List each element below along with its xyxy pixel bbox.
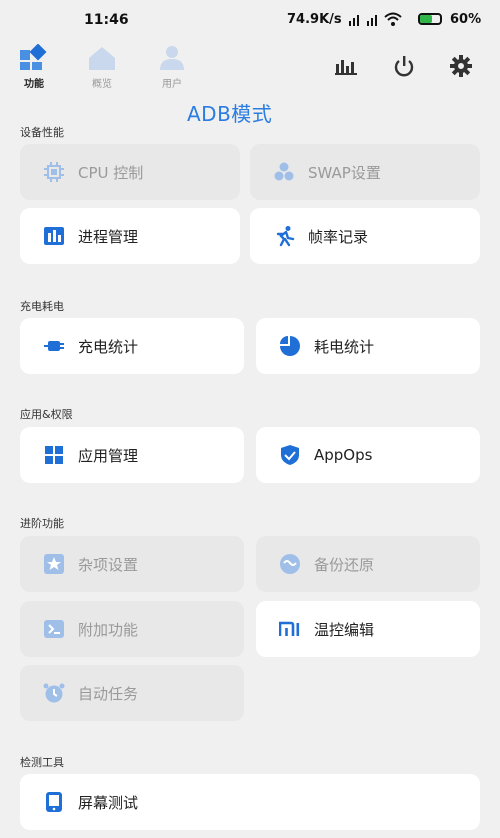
appops-label: AppOps: [314, 446, 373, 464]
misc-settings-card[interactable]: 杂项设置: [20, 536, 244, 592]
star-icon: [42, 552, 66, 576]
addon-features-label: 附加功能: [78, 620, 139, 639]
network-speed: 74.9K/s: [287, 12, 342, 27]
phone-icon: [42, 790, 66, 814]
tab-functions-label: 功能: [24, 79, 44, 90]
swap-settings-label: SWAP设置: [308, 163, 381, 182]
appops-card[interactable]: AppOps: [256, 427, 480, 483]
fps-record-label: 帧率记录: [308, 227, 369, 246]
backup-restore-label: 备份还原: [314, 555, 375, 574]
section-title-advanced: 进阶功能: [20, 517, 64, 530]
tab-user-label: 用户: [162, 79, 182, 90]
mi-logo-icon: [278, 617, 302, 641]
thermal-editor-card[interactable]: 温控编辑: [256, 601, 480, 657]
user-icon: [160, 46, 184, 70]
home-icon: [89, 47, 115, 70]
charge-stats-label: 充电统计: [78, 337, 139, 356]
shield-icon: [278, 443, 302, 467]
status-time: 11:46: [84, 12, 129, 28]
tab-user[interactable]: 用户: [142, 44, 202, 90]
alarm-clock-icon: [42, 681, 66, 705]
section-title-perf: 设备性能: [20, 126, 64, 139]
battery-icon: [418, 13, 442, 25]
thermal-editor-label: 温控编辑: [314, 620, 375, 639]
wifi-icon: [384, 12, 402, 26]
process-manager-label: 进程管理: [78, 227, 139, 246]
restore-icon: [278, 552, 302, 576]
section-title-power: 充电耗电: [20, 300, 64, 313]
terminal-icon: [42, 617, 66, 641]
battery-percent: 60%: [450, 12, 482, 27]
swap-settings-card[interactable]: SWAP设置: [250, 144, 480, 200]
screen-test-card[interactable]: 屏幕测试: [20, 774, 480, 830]
signal-icon-2: [367, 15, 377, 26]
grid-icon: [42, 443, 66, 467]
auto-task-label: 自动任务: [78, 684, 139, 703]
addon-features-card[interactable]: 附加功能: [20, 601, 244, 657]
backup-restore-card[interactable]: 备份还原: [256, 536, 480, 592]
section-title-tools: 检测工具: [20, 756, 64, 769]
tiles-icon: [20, 43, 47, 70]
fps-record-card[interactable]: 帧率记录: [250, 208, 480, 264]
screen-test-label: 屏幕测试: [78, 793, 139, 812]
cpu-control-card[interactable]: CPU 控制: [20, 144, 240, 200]
bar-chart-icon: [42, 224, 66, 248]
misc-settings-label: 杂项设置: [78, 555, 139, 574]
dots-cluster-icon: [272, 160, 296, 184]
tab-overview-label: 概览: [92, 79, 112, 90]
app-manager-label: 应用管理: [78, 446, 139, 465]
consumption-stats-label: 耗电统计: [314, 337, 375, 356]
mode-label: ADB模式: [187, 102, 273, 126]
app-manager-card[interactable]: 应用管理: [20, 427, 244, 483]
tab-functions[interactable]: 功能: [4, 43, 64, 90]
process-manager-card[interactable]: 进程管理: [20, 208, 240, 264]
cpu-control-label: CPU 控制: [78, 163, 144, 182]
running-icon: [272, 224, 296, 248]
section-title-apps: 应用&权限: [20, 408, 73, 421]
signal-icons: [348, 12, 402, 26]
consumption-stats-card[interactable]: 耗电统计: [256, 318, 480, 374]
pie-chart-icon: [278, 334, 302, 358]
tab-overview[interactable]: 概览: [72, 44, 132, 90]
plug-icon: [42, 334, 66, 358]
power-icon[interactable]: [390, 52, 418, 80]
charge-stats-card[interactable]: 充电统计: [20, 318, 244, 374]
gear-icon[interactable]: [447, 52, 475, 80]
auto-task-card[interactable]: 自动任务: [20, 665, 244, 721]
chart-icon[interactable]: [332, 52, 360, 80]
signal-icon: [349, 15, 359, 26]
cpu-icon: [42, 160, 66, 184]
